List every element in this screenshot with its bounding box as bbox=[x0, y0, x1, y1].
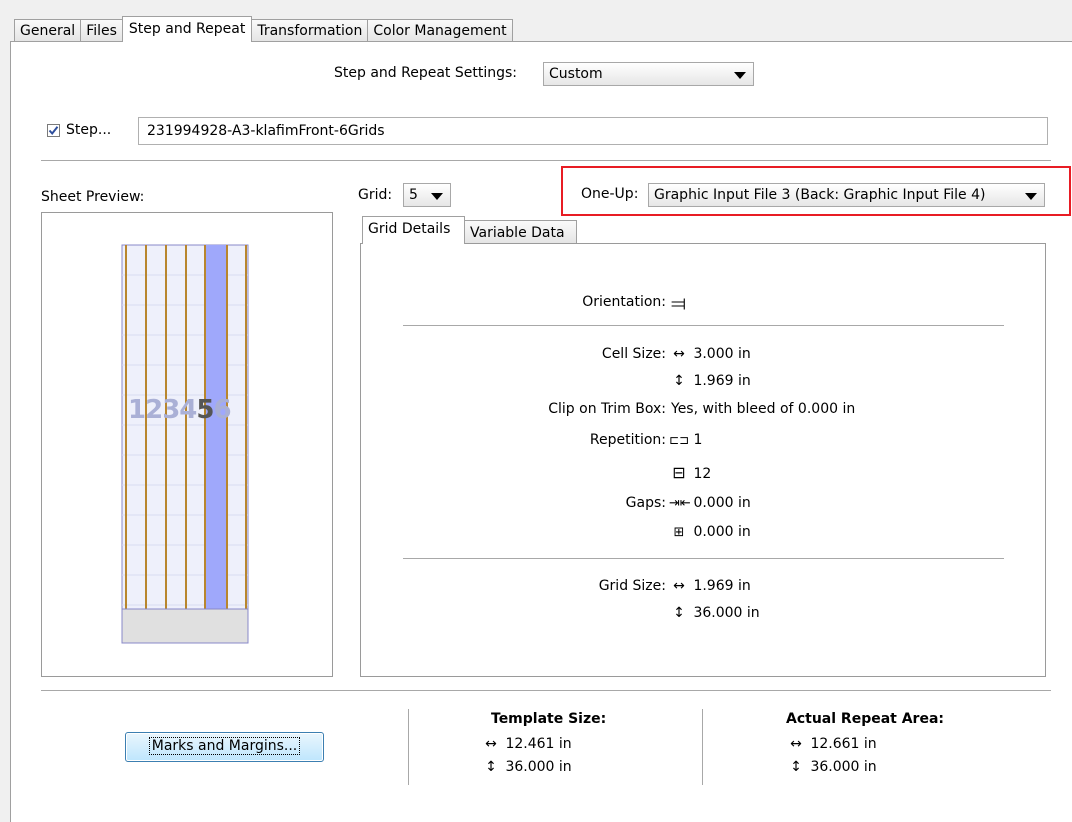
marks-and-margins-button[interactable]: Marks and Margins... bbox=[125, 732, 324, 762]
clip-value: Yes, with bleed of 0.000 in bbox=[671, 401, 856, 417]
repeat-area-title: Actual Repeat Area: bbox=[786, 711, 944, 727]
grid-width-row: ↔ 1.969 in bbox=[669, 578, 751, 594]
orientation-label: Orientation: bbox=[582, 294, 666, 310]
repeat-area-width-row: ↔ 12.661 in bbox=[786, 736, 877, 752]
gap-h-row: ⇥⇤ 0.000 in bbox=[669, 495, 751, 511]
gap-v: 0.000 in bbox=[693, 524, 751, 540]
horizontal-arrow-icon: ↔ bbox=[790, 736, 802, 752]
template-width: 12.461 in bbox=[505, 736, 572, 752]
settings-dropdown[interactable]: Custom bbox=[543, 62, 754, 86]
repetition-h: 1 bbox=[693, 432, 703, 448]
step-checkbox[interactable] bbox=[47, 124, 60, 137]
grid-height-row: ↕ 36.000 in bbox=[669, 605, 760, 621]
vertical-arrow-icon: ↕ bbox=[790, 759, 802, 775]
vertical-repeat-icon: ⊟ bbox=[672, 463, 686, 482]
cell-size-label: Cell Size: bbox=[601, 346, 666, 362]
one-up-value: Graphic Input File 3 (Back: Graphic Inpu… bbox=[654, 187, 986, 203]
tab-files[interactable]: Files bbox=[80, 19, 123, 42]
tab-general[interactable]: General bbox=[14, 19, 82, 42]
step-and-repeat-panel: Step and Repeat Settings: Custom Step...… bbox=[10, 41, 1072, 822]
sheet-preview-box: 123456 bbox=[41, 212, 333, 677]
settings-value: Custom bbox=[549, 66, 603, 82]
divider bbox=[403, 558, 1004, 559]
grid-number: 6 bbox=[213, 395, 231, 425]
repetition-h-row: ⊏⊐ 1 bbox=[669, 432, 702, 448]
separator bbox=[702, 709, 703, 785]
grid-number: 2 bbox=[145, 395, 163, 425]
cell-height-row: ↕ 1.969 in bbox=[669, 373, 751, 389]
chevron-down-icon bbox=[734, 72, 746, 79]
tab-transformation[interactable]: Transformation bbox=[251, 19, 369, 42]
vertical-gap-icon: ⊞ bbox=[673, 525, 685, 540]
step-name-field[interactable]: 231994928-A3-klafimFront-6Grids bbox=[138, 117, 1048, 145]
gap-v-row: ⊞ 0.000 in bbox=[669, 524, 751, 540]
grid-number: 4 bbox=[179, 395, 197, 425]
grid-numbers-text: 123456 bbox=[128, 395, 232, 425]
chevron-down-icon bbox=[431, 193, 443, 200]
step-label[interactable]: Step... bbox=[66, 122, 111, 138]
tab-step-and-repeat[interactable]: Step and Repeat bbox=[121, 16, 253, 42]
grid-label: Grid: bbox=[358, 187, 393, 203]
divider bbox=[403, 325, 1004, 326]
horizontal-arrow-icon: ↔ bbox=[673, 346, 685, 362]
grid-value: 5 bbox=[409, 187, 418, 203]
repeat-area-height: 36.000 in bbox=[810, 759, 877, 775]
template-width-row: ↔ 12.461 in bbox=[481, 736, 572, 752]
grid-number: 5 bbox=[196, 395, 214, 425]
sheet-preview-graphic bbox=[121, 244, 249, 644]
tab-bar: General Files Step and Repeat Transforma… bbox=[14, 16, 513, 42]
template-size-title: Template Size: bbox=[491, 711, 607, 727]
settings-label: Step and Repeat Settings: bbox=[334, 65, 517, 81]
grid-numbers: 123456 bbox=[128, 395, 232, 425]
vertical-arrow-icon: ↕ bbox=[673, 605, 685, 621]
sheet-preview-label: Sheet Preview: bbox=[41, 189, 145, 205]
grid-width: 1.969 in bbox=[693, 578, 751, 594]
horizontal-gap-icon: ⇥⇤ bbox=[669, 496, 691, 511]
template-height: 36.000 in bbox=[505, 759, 572, 775]
grid-details-panel: Orientation: ⫤ Cell Size: ↔ 3.000 in ↕ 1… bbox=[360, 243, 1046, 677]
gap-h: 0.000 in bbox=[693, 495, 751, 511]
cell-width-row: ↔ 3.000 in bbox=[669, 346, 751, 362]
marks-and-margins-label: Marks and Margins... bbox=[148, 737, 301, 755]
vertical-arrow-icon: ↕ bbox=[673, 373, 685, 389]
repeat-area-height-row: ↕ 36.000 in bbox=[786, 759, 877, 775]
divider bbox=[41, 160, 1051, 161]
grid-height: 36.000 in bbox=[693, 605, 760, 621]
grid-number: 3 bbox=[162, 395, 180, 425]
horizontal-arrow-icon: ↔ bbox=[673, 578, 685, 594]
repeat-area-width: 12.661 in bbox=[810, 736, 877, 752]
grid-number: 1 bbox=[128, 395, 146, 425]
vertical-arrow-icon: ↕ bbox=[485, 759, 497, 775]
divider bbox=[41, 690, 1051, 691]
gaps-label: Gaps: bbox=[625, 495, 666, 511]
repetition-label: Repetition: bbox=[589, 432, 666, 448]
repetition-v: 12 bbox=[693, 466, 712, 482]
grid-size-label: Grid Size: bbox=[598, 578, 666, 594]
chevron-down-icon bbox=[1025, 193, 1037, 200]
clip-label: Clip on Trim Box: bbox=[548, 401, 666, 417]
grid-dropdown[interactable]: 5 bbox=[403, 183, 451, 207]
horizontal-repeat-icon: ⊏⊐ bbox=[669, 433, 690, 447]
repetition-v-row: ⊟ 12 bbox=[669, 463, 711, 482]
tab-color-management[interactable]: Color Management bbox=[367, 19, 513, 42]
check-icon bbox=[48, 126, 59, 136]
tab-variable-data[interactable]: Variable Data bbox=[464, 220, 577, 244]
cell-width: 3.000 in bbox=[693, 346, 751, 362]
cell-height: 1.969 in bbox=[693, 373, 751, 389]
tab-grid-details[interactable]: Grid Details bbox=[362, 216, 465, 244]
orientation-icon: ⫤ bbox=[671, 291, 687, 315]
one-up-dropdown[interactable]: Graphic Input File 3 (Back: Graphic Inpu… bbox=[648, 183, 1045, 207]
separator bbox=[408, 709, 409, 785]
one-up-label: One-Up: bbox=[581, 186, 639, 202]
template-height-row: ↕ 36.000 in bbox=[481, 759, 572, 775]
horizontal-arrow-icon: ↔ bbox=[485, 736, 497, 752]
